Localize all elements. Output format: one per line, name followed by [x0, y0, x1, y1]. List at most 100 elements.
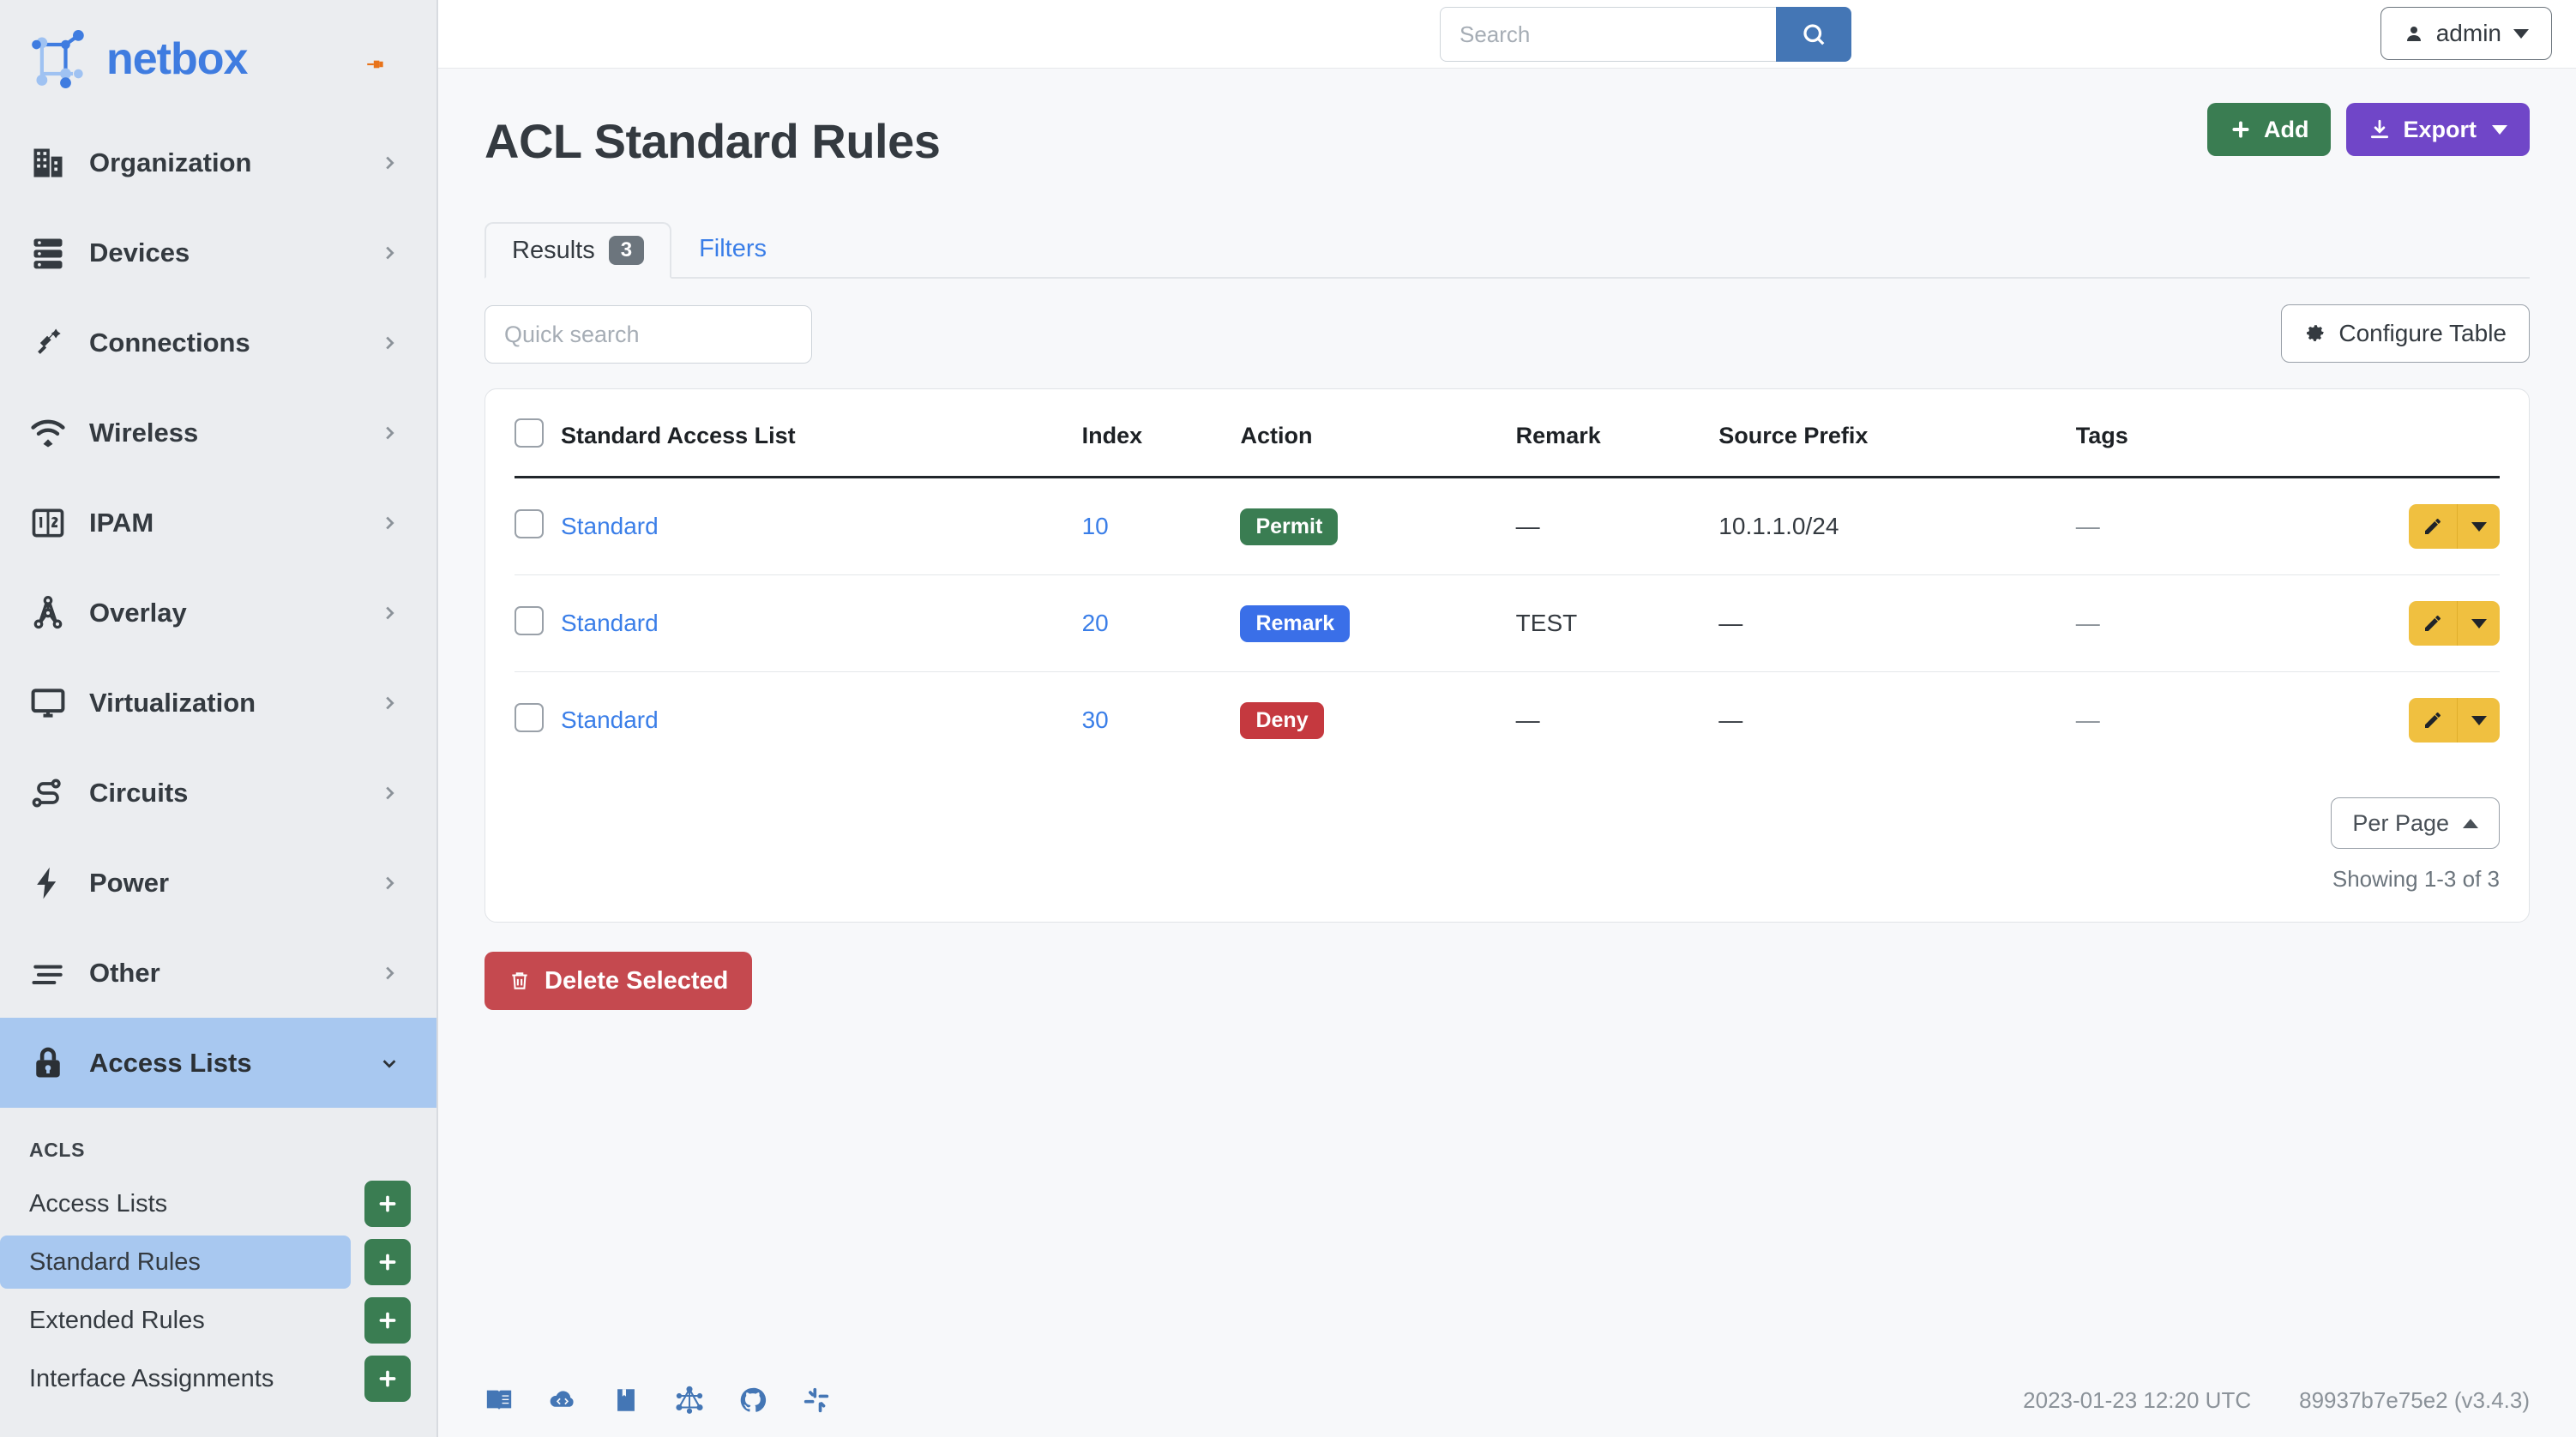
- lines-icon: [29, 954, 67, 992]
- submenu-item-label[interactable]: Extended Rules: [0, 1294, 351, 1347]
- cell-standard-access-list: Standard: [561, 672, 1082, 769]
- cell-row-actions: [2409, 477, 2500, 575]
- per-page-button[interactable]: Per Page: [2331, 797, 2500, 849]
- index-link[interactable]: 10: [1082, 513, 1109, 539]
- sidebar-item-organization[interactable]: Organization: [0, 117, 436, 207]
- row-select-cell: [515, 477, 562, 575]
- column-header-action[interactable]: Action: [1240, 389, 1516, 478]
- cell-tags: —: [2075, 574, 2409, 672]
- server-icon: [29, 234, 67, 272]
- user-icon: [2406, 27, 2421, 41]
- row-checkbox[interactable]: [515, 702, 544, 732]
- sidebar-item-overlay[interactable]: Overlay: [0, 568, 436, 658]
- submenu-item-label[interactable]: Interface Assignments: [0, 1352, 351, 1405]
- add-standard-rule-button[interactable]: [364, 1239, 411, 1285]
- column-header-source-prefix[interactable]: Source Prefix: [1718, 389, 2076, 478]
- tab-label: Filters: [699, 234, 767, 262]
- brand[interactable]: netbox: [0, 0, 436, 117]
- chevron-right-icon: [380, 334, 399, 352]
- search-button[interactable]: [1776, 7, 1851, 62]
- pin-icon[interactable]: [364, 53, 387, 75]
- bookmark-icon[interactable]: [611, 1386, 641, 1415]
- add-button[interactable]: Add: [2207, 103, 2332, 156]
- add-interface-assignment-button[interactable]: [364, 1356, 411, 1402]
- sidebar-item-access-lists[interactable]: Access Lists: [0, 1018, 436, 1108]
- sidebar-item-wireless[interactable]: Wireless: [0, 388, 436, 478]
- row-action-dropdown-button[interactable]: [2457, 698, 2500, 743]
- github-icon[interactable]: [738, 1386, 767, 1415]
- row-checkbox[interactable]: [515, 508, 544, 538]
- submenu-item-access-lists[interactable]: Access Lists: [0, 1177, 436, 1230]
- search-icon: [1803, 24, 1825, 45]
- sidebar-item-virtualization[interactable]: Virtualization: [0, 658, 436, 748]
- submenu-item-label[interactable]: Standard Rules: [0, 1236, 351, 1289]
- index-link[interactable]: 20: [1082, 610, 1109, 636]
- table-row: Standard 30 Deny — — —: [515, 672, 2500, 769]
- edit-button[interactable]: [2409, 601, 2457, 646]
- sidebar-item-label: Organization: [89, 147, 252, 177]
- sidebar-item-connections[interactable]: Connections: [0, 298, 436, 388]
- footer-links: [485, 1386, 831, 1415]
- access-list-link[interactable]: Standard: [561, 513, 659, 539]
- chevron-right-icon: [380, 244, 399, 262]
- sidebar-item-other[interactable]: Other: [0, 928, 436, 1018]
- edit-button[interactable]: [2409, 698, 2457, 743]
- chevron-down-icon: [2471, 521, 2487, 532]
- row-checkbox[interactable]: [515, 605, 544, 635]
- submenu-item-extended-rules[interactable]: Extended Rules: [0, 1294, 436, 1347]
- column-header-remark[interactable]: Remark: [1515, 389, 1719, 478]
- graphql-icon[interactable]: [675, 1386, 704, 1415]
- cell-source-prefix: —: [1718, 706, 1743, 733]
- docs-book-icon[interactable]: [485, 1386, 514, 1415]
- column-header-index[interactable]: Index: [1081, 389, 1241, 478]
- add-extended-rule-button[interactable]: [364, 1297, 411, 1344]
- sidebar-item-power[interactable]: Power: [0, 838, 436, 928]
- primary-nav: Organization Devices Connections Wireles…: [0, 117, 436, 1108]
- index-link[interactable]: 30: [1082, 706, 1109, 733]
- sidebar-item-circuits[interactable]: Circuits: [0, 748, 436, 838]
- cell-tags: —: [2075, 706, 2100, 733]
- access-list-link[interactable]: Standard: [561, 610, 659, 636]
- access-list-link[interactable]: Standard: [561, 706, 659, 733]
- column-header-tags[interactable]: Tags: [2075, 389, 2409, 478]
- column-header-standard-access-list[interactable]: Standard Access List: [561, 389, 1082, 478]
- select-all-checkbox[interactable]: [515, 418, 544, 448]
- sidebar-item-ipam[interactable]: IPAM: [0, 478, 436, 568]
- user-menu-button[interactable]: admin: [2380, 7, 2552, 60]
- footer-timestamp: 2023-01-23 12:20 UTC: [2023, 1386, 2252, 1413]
- cell-remark: TEST: [1515, 574, 1719, 672]
- sidebar-item-devices[interactable]: Devices: [0, 207, 436, 298]
- export-button[interactable]: Export: [2346, 103, 2530, 156]
- api-cloud-icon[interactable]: [548, 1386, 577, 1415]
- submenu-item-interface-assignments[interactable]: Interface Assignments: [0, 1352, 436, 1405]
- edit-button[interactable]: [2409, 504, 2457, 549]
- tab-label: Results: [512, 236, 595, 264]
- sidebar-item-label: Overlay: [89, 597, 187, 628]
- tab-filters[interactable]: Filters: [671, 220, 794, 277]
- chevron-down-icon: [2471, 715, 2487, 725]
- row-action-dropdown-button[interactable]: [2457, 601, 2500, 646]
- pencil-icon: [2425, 616, 2441, 631]
- acl-standard-rules-table: Standard Access List Index Action Remark…: [515, 389, 2500, 768]
- submenu-item-standard-rules[interactable]: Standard Rules: [0, 1236, 436, 1289]
- configure-table-button[interactable]: Configure Table: [2281, 304, 2530, 363]
- tab-results[interactable]: Results 3: [485, 222, 672, 279]
- submenu-item-label[interactable]: Access Lists: [0, 1177, 351, 1230]
- chevron-down-icon: [380, 1054, 399, 1073]
- plus-icon: [2232, 121, 2249, 138]
- row-action-dropdown-button[interactable]: [2457, 504, 2500, 549]
- cell-source-prefix: —: [1718, 574, 2076, 672]
- brand-name: netbox: [106, 33, 248, 84]
- quick-search-input[interactable]: [485, 305, 812, 364]
- search-input[interactable]: [1440, 7, 1776, 62]
- chevron-down-icon: [2513, 28, 2529, 39]
- top-bar: admin: [438, 0, 2576, 69]
- pencil-icon: [2425, 712, 2441, 728]
- add-access-list-button[interactable]: [364, 1181, 411, 1227]
- footer: 2023-01-23 12:20 UTC 89937b7e75e2 (v3.4.…: [438, 1363, 2576, 1437]
- delete-selected-button[interactable]: Delete Selected: [485, 952, 753, 1010]
- hierarchy-icon: [29, 594, 67, 632]
- chevron-right-icon: [380, 424, 399, 442]
- column-header-actions: [2409, 389, 2500, 478]
- slack-icon[interactable]: [802, 1386, 831, 1415]
